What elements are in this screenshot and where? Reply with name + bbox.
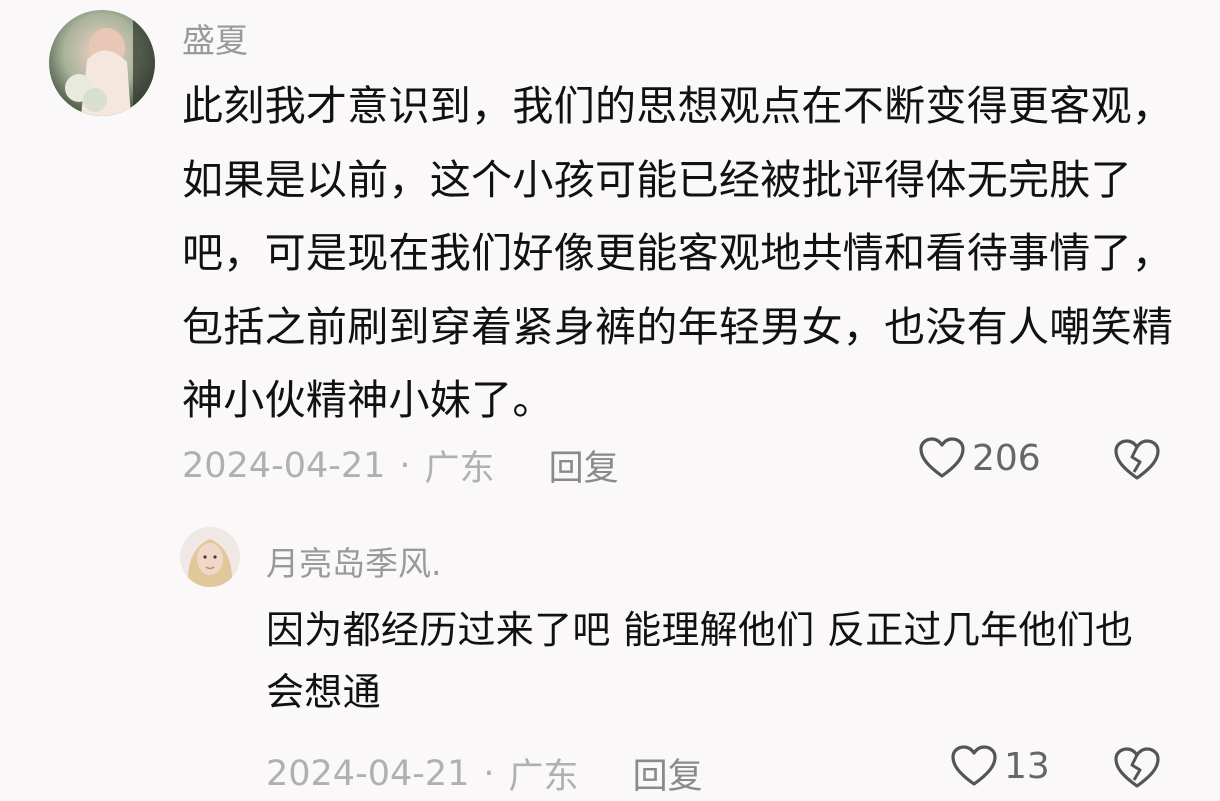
avatar[interactable]: [180, 527, 240, 587]
comment-meta: 2024-04-21 · 广东 回复: [182, 440, 619, 491]
comment-text: 因为都经历过来了吧 能理解他们 反正过几年他们也会想通: [266, 608, 1134, 714]
dislike-button[interactable]: [1113, 438, 1161, 486]
comment-date: 2024-04-21: [182, 445, 386, 486]
comment-location: 广东: [508, 757, 579, 797]
dislike-button[interactable]: [1113, 746, 1161, 794]
username[interactable]: 盛夏: [182, 14, 248, 62]
comment-meta: 2024-04-21 · 广东 回复: [266, 748, 703, 799]
comment-location: 广东: [424, 449, 495, 489]
comment-text: 此刻我才意识到，我们的思想观点在不断变得更客观，如果是以前，这个小孩可能已经被批…: [182, 82, 1174, 424]
like-button[interactable]: 206: [918, 436, 1041, 480]
broken-heart-icon: [1114, 439, 1160, 480]
reply-button[interactable]: 回复: [633, 748, 703, 799]
avatar[interactable]: [49, 10, 155, 116]
heart-outline-icon: [951, 745, 997, 786]
avatar-image: [49, 10, 155, 116]
like-count: 13: [1004, 745, 1050, 787]
avatar-image: [180, 527, 240, 587]
reply-button[interactable]: 回复: [549, 440, 619, 491]
heart-outline-icon: [919, 437, 965, 478]
comment-date: 2024-04-21: [266, 753, 470, 794]
like-count: 206: [972, 437, 1041, 479]
meta-separator: ·: [399, 445, 411, 486]
broken-heart-icon: [1114, 747, 1160, 788]
username[interactable]: 月亮岛季风.: [266, 537, 442, 585]
meta-separator: ·: [483, 753, 495, 794]
like-button[interactable]: 13: [950, 744, 1050, 788]
